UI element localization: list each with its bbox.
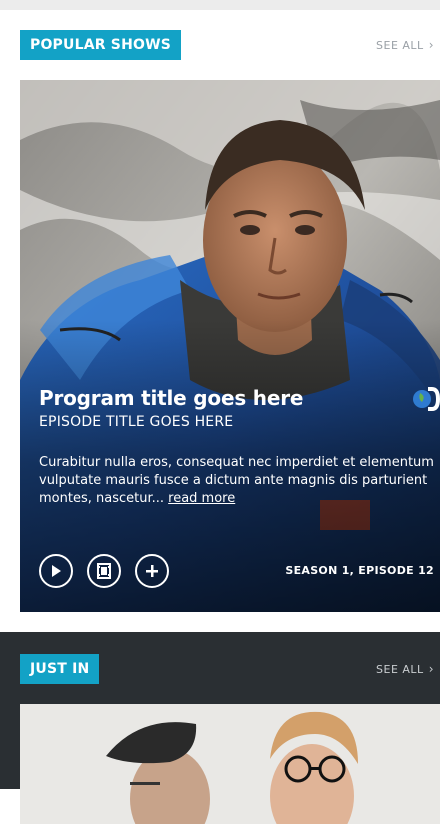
- popular-shows-header: POPULAR SHOWS SEE ALL ›: [0, 30, 440, 60]
- film-icon: [97, 563, 111, 579]
- see-all-label: SEE ALL: [376, 663, 424, 676]
- just-in-thumbnail[interactable]: [20, 704, 440, 824]
- episode-description: Curabitur nulla eros, consequat nec impe…: [39, 454, 439, 508]
- chevron-right-icon: ›: [428, 662, 434, 676]
- show-card[interactable]: Program title goes here EPISODE TITLE GO…: [20, 80, 440, 612]
- see-all-label: SEE ALL: [376, 39, 424, 52]
- add-to-list-button[interactable]: [135, 554, 169, 588]
- image-overlay: [20, 80, 440, 612]
- season-episode-label: SEASON 1, EPISODE 12: [285, 564, 434, 577]
- play-button[interactable]: [39, 554, 73, 588]
- description-text: Curabitur nulla eros, consequat nec impe…: [39, 455, 434, 506]
- plus-icon: [146, 565, 158, 577]
- just-in-section: JUST IN SEE ALL ›: [0, 632, 440, 824]
- see-all-link[interactable]: SEE ALL ›: [376, 30, 434, 60]
- network-logo-icon: [413, 387, 440, 411]
- program-title[interactable]: Program title goes here: [39, 386, 303, 410]
- section-tag-just-in: JUST IN: [20, 654, 100, 684]
- play-icon: [52, 565, 61, 577]
- read-more-link[interactable]: read more: [168, 491, 235, 506]
- just-in-header: JUST IN SEE ALL ›: [0, 654, 440, 684]
- episode-title: EPISODE TITLE GOES HERE: [39, 414, 234, 430]
- trailer-button[interactable]: [87, 554, 121, 588]
- just-in-image: [20, 704, 440, 824]
- top-bar: [0, 0, 440, 10]
- section-tag-popular-shows: POPULAR SHOWS: [20, 30, 182, 60]
- see-all-link-just-in[interactable]: SEE ALL ›: [376, 654, 434, 684]
- chevron-right-icon: ›: [428, 38, 434, 52]
